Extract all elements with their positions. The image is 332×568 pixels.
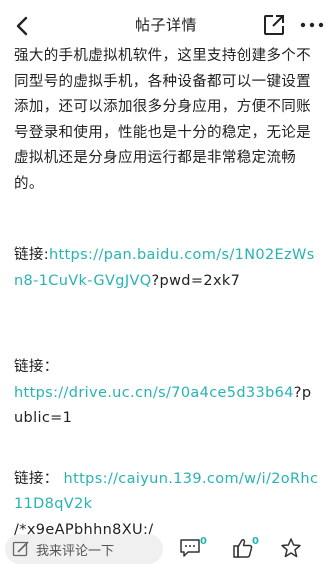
more-button[interactable] [298,13,326,37]
thumbs-up-icon[interactable] [232,537,254,559]
link-prefix: 链接： [14,470,59,487]
link-prefix: 链接: [14,247,49,263]
comment-count: 0 [200,536,207,547]
comment-input[interactable]: 我来评论一下 [5,534,163,564]
comment-icon[interactable] [179,537,201,559]
post-content: 强大的手机虚拟机软件，这里支持创建多个不同型号的虚拟手机，各种设备都可以一键设置… [14,44,320,543]
post-body: 强大的手机虚拟机软件，这里支持创建多个不同型号的虚拟手机，各种设备都可以一键设置… [14,48,311,192]
pencil-icon [12,541,29,557]
link-prefix: 链接： [14,359,59,375]
bottom-bar: 我来评论一下 0 0 [0,528,332,568]
link-suffix: ?pwd=2xk7 [151,272,241,289]
more-icon [300,22,324,28]
download-link[interactable]: https://drive.uc.cn/s/70a4ce5d33b64 [14,385,294,401]
comment-placeholder: 我来评论一下 [36,543,115,559]
top-bar: 帖子详情 [0,0,332,50]
link-item: 链接： https://drive.uc.cn/s/70a4ce5d33b64?… [14,355,320,432]
star-icon[interactable] [280,537,302,559]
share-icon [264,15,284,35]
download-link[interactable]: https://caiyun.139.com/w/i/2oRhc11D8qV2k [14,471,318,513]
share-button[interactable] [262,13,286,37]
like-count: 0 [252,536,259,547]
link-item: 链接:https://pan.baidu.com/s/1N02EzWsn8-1C… [14,243,320,294]
